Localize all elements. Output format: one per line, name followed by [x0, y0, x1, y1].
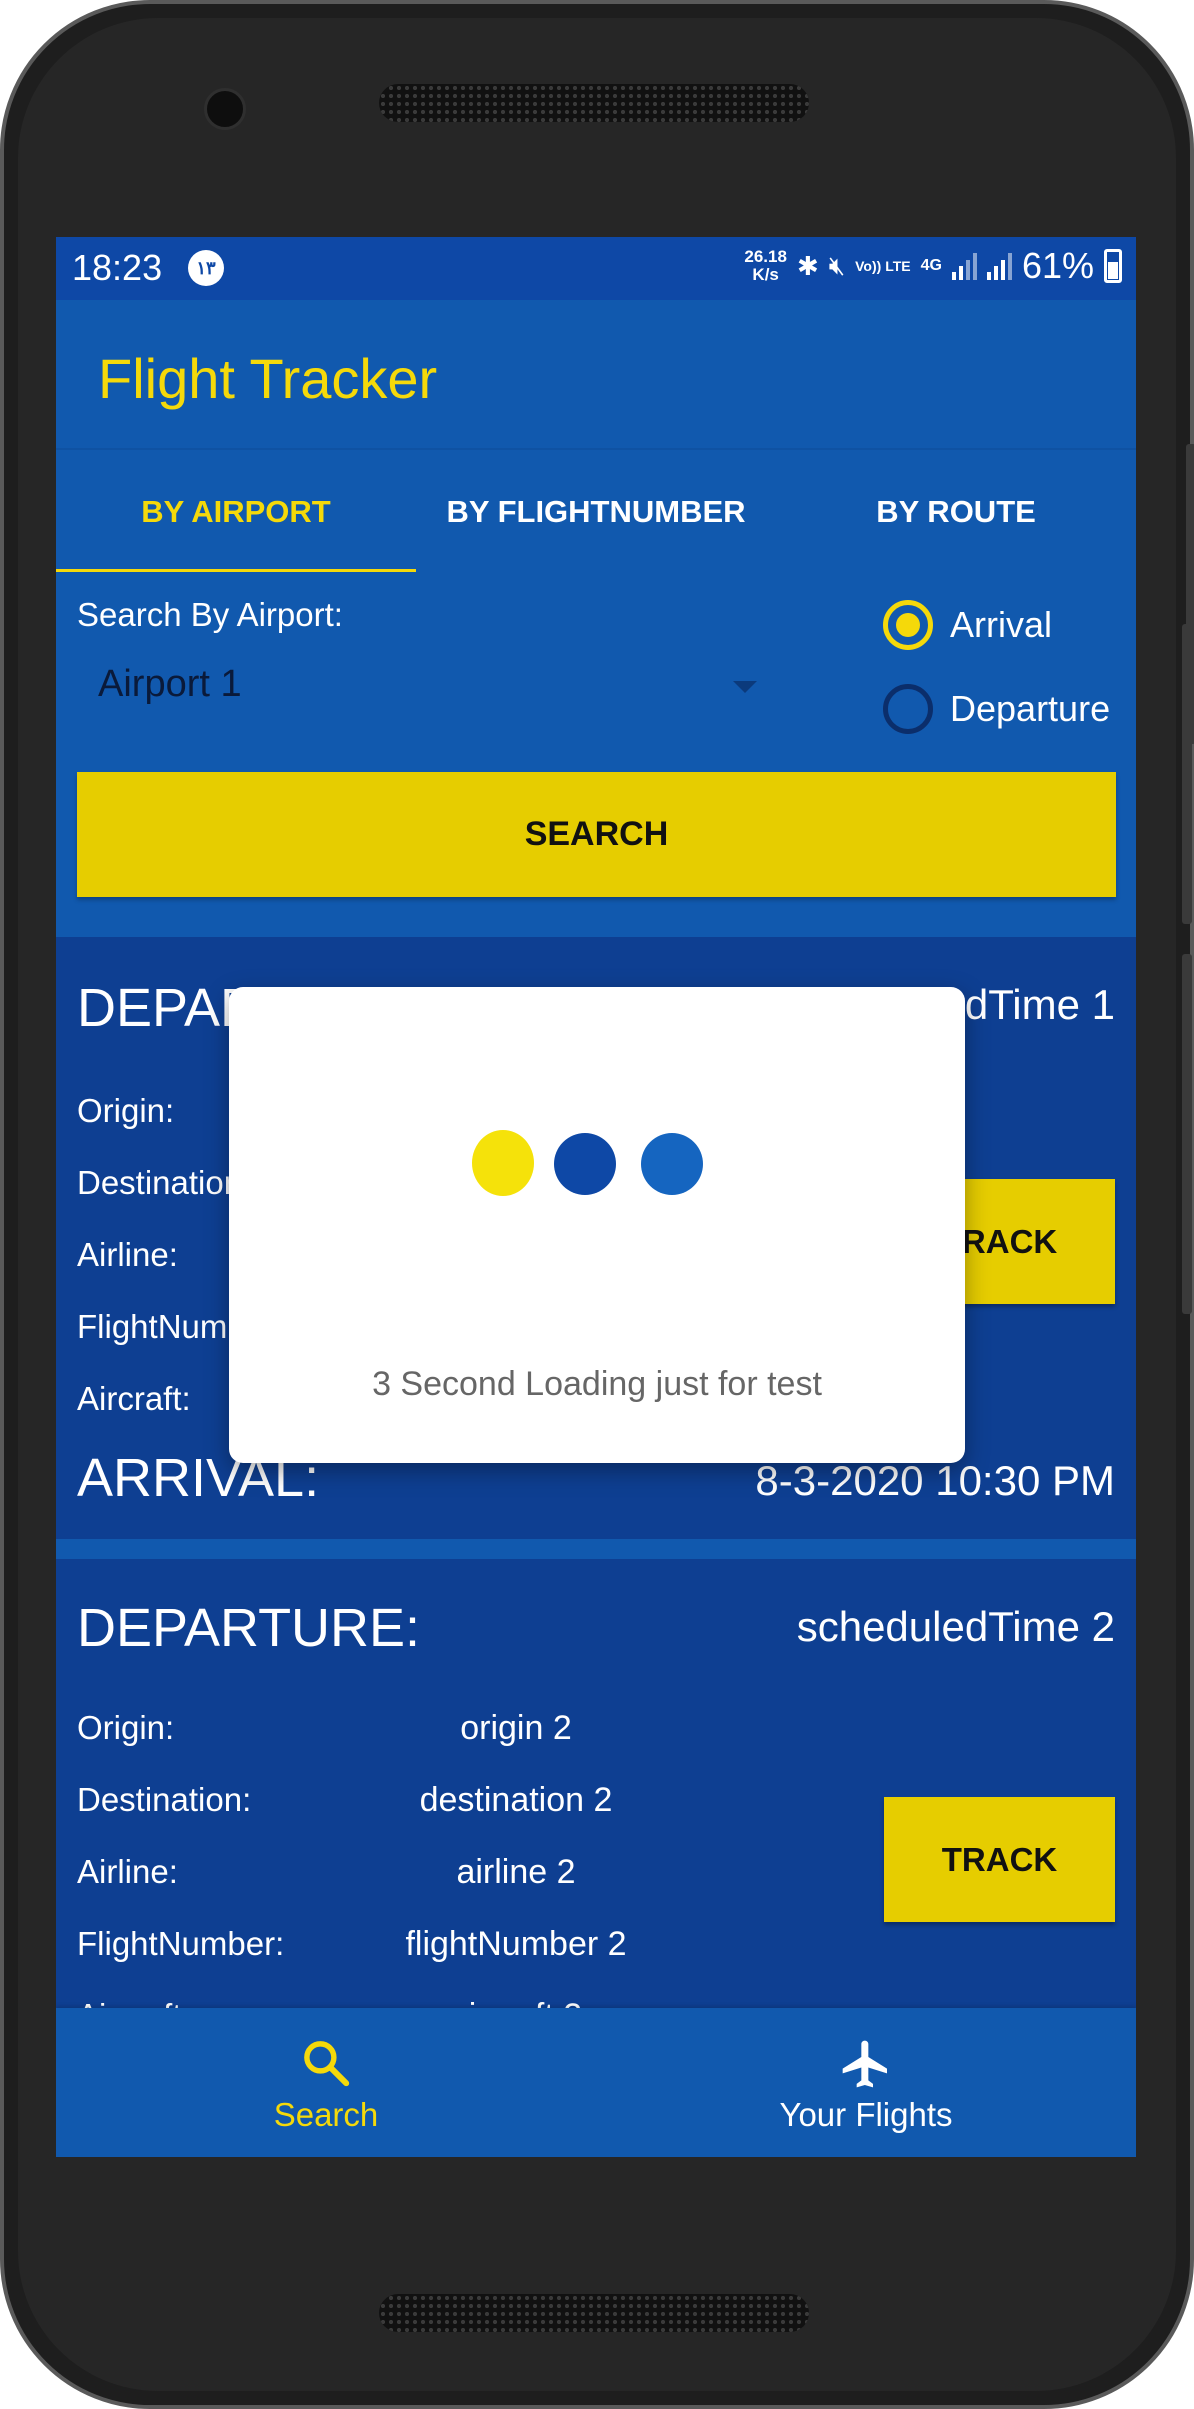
loading-dot-2 — [554, 1133, 616, 1195]
bottom-speaker — [379, 2294, 809, 2332]
loading-overlay: 3 Second Loading just for test — [56, 237, 1136, 2157]
power-button — [1182, 954, 1192, 1314]
app-screen: 18:23 ۱۳ 26.18 K/s ✱ 🔇︎ Vo)) LTE 4G 61% — [56, 237, 1136, 2157]
loading-dialog: 3 Second Loading just for test — [229, 987, 965, 1463]
volume-button — [1182, 624, 1192, 924]
loading-dot-1 — [472, 1130, 534, 1196]
phone-frame: 18:23 ۱۳ 26.18 K/s ✱ 🔇︎ Vo)) LTE 4G 61% — [0, 0, 1194, 2409]
loading-dot-3 — [641, 1133, 703, 1195]
loading-message: 3 Second Loading just for test — [372, 1365, 822, 1403]
earpiece-speaker — [379, 84, 809, 122]
front-camera — [204, 88, 246, 130]
